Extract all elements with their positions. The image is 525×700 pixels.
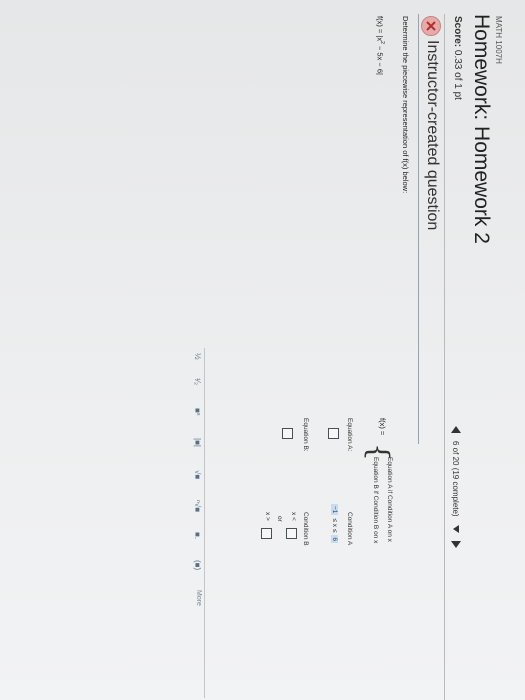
condition-a-label: Condition A [346, 512, 353, 546]
question-title: Instructor-created question [424, 40, 441, 231]
condition-a-upper-input[interactable]: 6 [331, 535, 338, 544]
question-progress: 6 of 20 (19 complete) [451, 441, 461, 517]
equation-b-label: Equation B: [302, 418, 309, 452]
screen: MATH 1007H Homework: Homework 2 Score: 0… [0, 0, 525, 700]
piecewise-line-b: Equation B if Condition B on x [372, 457, 379, 544]
next-question-icon[interactable] [451, 540, 461, 548]
condition-b-label: Condition B [302, 512, 309, 546]
x-circle-icon [421, 16, 441, 36]
parentheses-button[interactable]: (■) [193, 560, 202, 570]
more-button[interactable]: More [195, 590, 202, 606]
nth-root-button[interactable]: ⁿ√■ [193, 500, 202, 512]
condition-a-lower-input[interactable]: −1 [331, 504, 338, 516]
absolute-value-button[interactable]: |■| [193, 438, 202, 447]
score-value: 0.33 of 1 pt [452, 49, 463, 100]
function-definition: f(x) = |x2 − 5x − 6| [376, 16, 386, 75]
question-navigation: 6 of 20 (19 complete) [451, 426, 461, 548]
equation-a-input[interactable] [328, 428, 339, 439]
condition-b-lt-input[interactable] [286, 528, 297, 539]
function-lhs: f(x) = |x [375, 16, 385, 42]
question-title-underline [418, 14, 419, 444]
condition-a-middle: ≤ x ≤ [331, 518, 338, 533]
page-title: Homework: Homework 2 [470, 14, 493, 244]
condition-b-gt-label: x > [264, 512, 271, 521]
condition-b-lt-row: x < [290, 512, 297, 521]
condition-b-or: or [276, 516, 283, 522]
condition-b-gt-row: x > [264, 512, 271, 521]
subscript-button[interactable]: ■. [193, 532, 202, 539]
condition-b-lt-label: x < [290, 512, 297, 521]
condition-b-or-row: or [276, 516, 283, 522]
question-prompt: Determine the piecewise representation o… [401, 16, 410, 194]
exponent-button[interactable]: ■ˣ [193, 408, 202, 415]
math-toolbar-divider [204, 348, 205, 698]
function-rhs: − 5x − 6| [375, 43, 385, 75]
score: Score: 0.33 of 1 pt [452, 16, 463, 100]
fraction-button[interactable]: ½ [193, 353, 202, 360]
condition-b-gt-input[interactable] [261, 528, 272, 539]
piecewise-line-a: Equation A if Condition A on x [386, 457, 393, 542]
equation-a-label: Equation A: [346, 418, 353, 452]
mixed-number-button[interactable]: ¹⁄₂ [193, 378, 202, 385]
piecewise-lhs: f(x) = [378, 418, 387, 436]
question-dropdown-icon[interactable] [453, 524, 459, 533]
course-name: MATH 1007H [494, 16, 503, 64]
condition-a-answer: −1 ≤ x ≤ 6 [331, 504, 338, 544]
previous-question-icon[interactable] [451, 426, 461, 433]
homework-page: MATH 1007H Homework: Homework 2 Score: 0… [5, 8, 505, 700]
equation-b-input[interactable] [282, 428, 293, 439]
header-divider [444, 14, 445, 700]
square-root-button[interactable]: √■ [193, 470, 202, 479]
score-label: Score: [452, 16, 463, 48]
